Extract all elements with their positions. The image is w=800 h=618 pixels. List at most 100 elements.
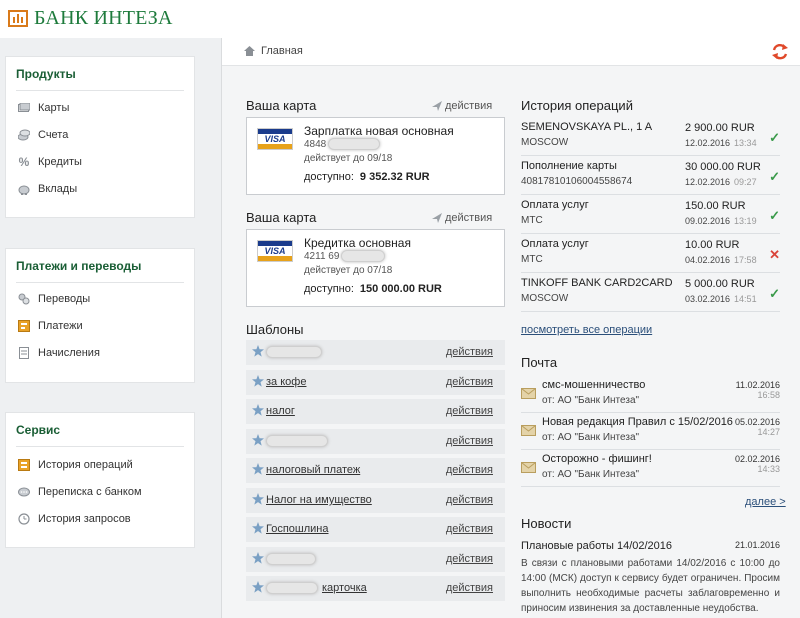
mail-date: 02.02.2016 <box>734 454 780 464</box>
template-actions-link[interactable]: действия <box>446 405 493 417</box>
operation-row[interactable]: TINKOFF BANK CARD2CARD MOSCOW 5 000.00 R… <box>521 273 780 312</box>
mail-date: 05.02.2016 <box>734 417 780 427</box>
operation-title: Пополнение карты <box>521 160 617 172</box>
mail-from: от: АО "Банк Интеза" <box>542 432 640 443</box>
logo-mark-icon <box>8 10 28 27</box>
card-name: Кредитка основная <box>304 236 411 250</box>
template-actions-link[interactable]: действия <box>446 346 493 358</box>
operation-datetime: 09.02.2016 13:19 <box>685 216 757 226</box>
status-ok-icon: ✓ <box>769 169 780 184</box>
card-valid-until: действует до 09/18 <box>304 153 393 164</box>
bank-logo[interactable]: БАНК ИНТЕЗА <box>8 7 173 30</box>
operation-row[interactable]: Пополнение карты 40817810106004558674 30… <box>521 156 780 195</box>
sidebar-item-payments[interactable]: Платежи <box>18 320 83 332</box>
operation-amount: 30 000.00 RUR <box>685 161 761 173</box>
payment-icon <box>18 320 30 332</box>
templates-title: Шаблоны <box>246 322 304 337</box>
star-icon <box>252 463 264 478</box>
template-row[interactable]: действия <box>246 340 505 365</box>
star-icon <box>252 493 264 508</box>
home-icon <box>244 46 255 56</box>
card-available: доступно: 150 000.00 RUR <box>304 283 442 295</box>
card-actions-link-1[interactable]: действия <box>432 100 492 112</box>
sidebar-item-cards[interactable]: Карты <box>18 102 69 114</box>
masked-template-name <box>266 435 328 447</box>
sidebar-products-title: Продукты <box>16 67 76 81</box>
cards-icon <box>18 102 30 114</box>
news-title: Новости <box>521 516 572 531</box>
status-ok-icon: ✓ <box>769 286 780 301</box>
envelope-icon <box>521 462 536 476</box>
refresh-icon[interactable] <box>771 42 789 65</box>
masked-template-name <box>266 553 316 565</box>
transfer-icon <box>18 293 30 305</box>
sidebar-service-title: Сервис <box>16 423 61 437</box>
operation-datetime: 12.02.2016 13:34 <box>685 138 757 148</box>
sidebar-item-credits[interactable]: % Кредиты <box>18 155 82 169</box>
mail-item[interactable]: Осторожно - фишинг! от: АО "Банк Интеза"… <box>521 451 780 487</box>
template-row[interactable]: налог действия <box>246 399 505 424</box>
template-row[interactable]: налоговый платеж действия <box>246 458 505 483</box>
card-tile-2[interactable]: VISA Кредитка основная 4211 69 действует… <box>246 229 505 307</box>
template-actions-link[interactable]: действия <box>446 376 493 388</box>
sidebar-item-deposits[interactable]: Вклады <box>18 183 77 195</box>
sidebar-products-section: Продукты Карты Счета % Кредиты Вклады <box>5 56 195 218</box>
template-row[interactable]: действия <box>246 547 505 572</box>
template-row[interactable]: Госпошлина действия <box>246 517 505 542</box>
template-row[interactable]: действия <box>246 429 505 454</box>
template-actions-link[interactable]: действия <box>446 464 493 476</box>
template-row[interactable]: за кофе действия <box>246 370 505 395</box>
history-title: История операций <box>521 98 633 113</box>
sidebar-item-transfers[interactable]: Переводы <box>18 293 90 305</box>
operation-row[interactable]: SEMENOVSKAYA PL., 1 A MOSCOW 2 900.00 RU… <box>521 117 780 156</box>
mail-time: 14:27 <box>757 427 780 437</box>
card-actions-link-2[interactable]: действия <box>432 212 492 224</box>
template-name: Налог на имущество <box>266 494 372 506</box>
sidebar-item-accounts[interactable]: Счета <box>18 129 68 141</box>
envelope-icon <box>521 388 536 402</box>
template-actions-link[interactable]: действия <box>446 494 493 506</box>
sidebar-item-accruals[interactable]: Начисления <box>18 347 100 359</box>
mail-more-link[interactable]: далее > <box>745 496 786 508</box>
operation-row[interactable]: Оплата услуг МТС 10.00 RUR 04.02.2016 17:… <box>521 234 780 273</box>
percent-icon: % <box>18 155 30 169</box>
template-name: налоговый платеж <box>266 464 361 476</box>
template-name <box>266 346 322 358</box>
view-all-operations-link[interactable]: посмотреть все операции <box>521 324 652 336</box>
operation-amount: 2 900.00 RUR <box>685 122 755 134</box>
sidebar-item-operations-history[interactable]: История операций <box>18 459 133 471</box>
star-icon <box>252 581 264 596</box>
mail-item[interactable]: смс-мошенничество от: АО "Банк Интеза" 1… <box>521 377 780 413</box>
sidebar: Продукты Карты Счета % Кредиты Вклады Пл… <box>0 38 220 618</box>
template-name: налог <box>266 405 295 417</box>
visa-logo-icon: VISA <box>257 128 293 150</box>
template-actions-link[interactable]: действия <box>446 523 493 535</box>
operation-title: TINKOFF BANK CARD2CARD <box>521 277 673 289</box>
piggy-bank-icon <box>18 183 30 195</box>
envelope-icon <box>521 425 536 439</box>
template-actions-link[interactable]: действия <box>446 553 493 565</box>
operation-amount: 5 000.00 RUR <box>685 278 755 290</box>
template-actions-link[interactable]: действия <box>446 435 493 447</box>
template-row[interactable]: Налог на имущество действия <box>246 488 505 513</box>
operation-row[interactable]: Оплата услуг МТС 150.00 RUR 09.02.2016 13… <box>521 195 780 234</box>
status-ok-icon: ✓ <box>769 208 780 223</box>
operation-amount: 150.00 RUR <box>685 200 746 212</box>
template-row[interactable]: карточка действия <box>246 576 505 601</box>
sidebar-item-bank-correspondence[interactable]: Переписка с банком <box>18 486 142 498</box>
status-fail-icon: ✕ <box>769 247 780 262</box>
news-item-text: В связи с плановыми работами 14/02/2016 … <box>521 558 780 614</box>
operation-title: SEMENOVSKAYA PL., 1 A <box>521 121 653 133</box>
plane-icon <box>432 101 442 111</box>
clock-icon <box>18 513 30 525</box>
operation-title: Оплата услуг <box>521 238 589 250</box>
mail-item[interactable]: Новая редакция Правил с 15/02/2016 от: А… <box>521 414 780 450</box>
status-ok-icon: ✓ <box>769 130 780 145</box>
card-balance: 9 352.32 RUR <box>359 171 430 183</box>
accrual-icon <box>18 347 30 359</box>
sidebar-item-request-history[interactable]: История запросов <box>18 513 131 525</box>
operation-sub: MOSCOW <box>521 293 569 304</box>
card-tile-1[interactable]: VISA Зарплатка новая основная 4848 дейст… <box>246 117 505 195</box>
breadcrumb-home[interactable]: Главная <box>244 45 303 57</box>
template-actions-link[interactable]: действия <box>446 582 493 594</box>
